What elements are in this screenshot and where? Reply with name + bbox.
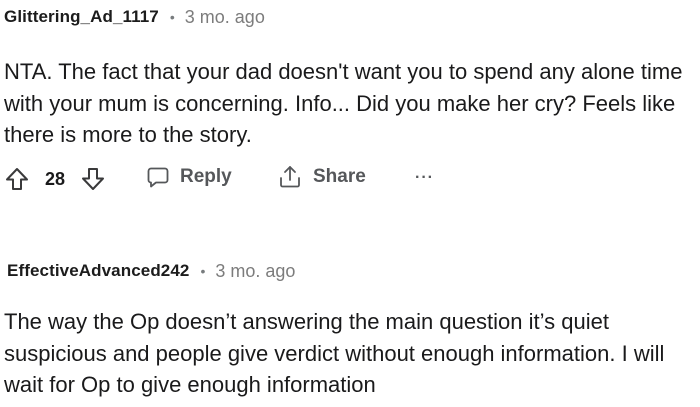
comment-author[interactable]: Glittering_Ad_1117	[4, 7, 159, 27]
comment-effective-advanced: EffectiveAdvanced242 • 3 mo. ago The way…	[0, 254, 700, 398]
vote-count: 28	[45, 169, 66, 189]
comment-author[interactable]: EffectiveAdvanced242	[7, 261, 189, 281]
speech-bubble-icon	[146, 165, 170, 189]
comment-body: NTA. The fact that your dad doesn't want…	[4, 59, 683, 147]
share-upload-icon	[277, 164, 303, 190]
comment-timestamp[interactable]: 3 mo. ago	[185, 7, 265, 28]
reply-label: Reply	[180, 166, 232, 187]
comment-meta: EffectiveAdvanced242 • 3 mo. ago	[0, 254, 700, 288]
downvote-arrow-icon[interactable]	[80, 166, 106, 192]
share-label: Share	[313, 166, 366, 187]
more-options-button[interactable]: ···	[415, 169, 434, 187]
comment-action-bar: 28 Reply Share ···	[0, 164, 700, 196]
meta-separator: •	[169, 9, 175, 25]
comment-glittering-ad: Glittering_Ad_1117 • 3 mo. ago NTA. The …	[0, 0, 700, 190]
comment-body: The way the Op doesn’t answering the mai…	[4, 309, 665, 397]
meta-separator: •	[200, 263, 206, 279]
upvote-arrow-icon[interactable]	[4, 166, 30, 192]
comment-meta: Glittering_Ad_1117 • 3 mo. ago	[0, 0, 700, 34]
reply-button[interactable]: Reply	[146, 165, 232, 189]
comment-timestamp[interactable]: 3 mo. ago	[215, 261, 295, 282]
share-button[interactable]: Share	[277, 164, 366, 190]
